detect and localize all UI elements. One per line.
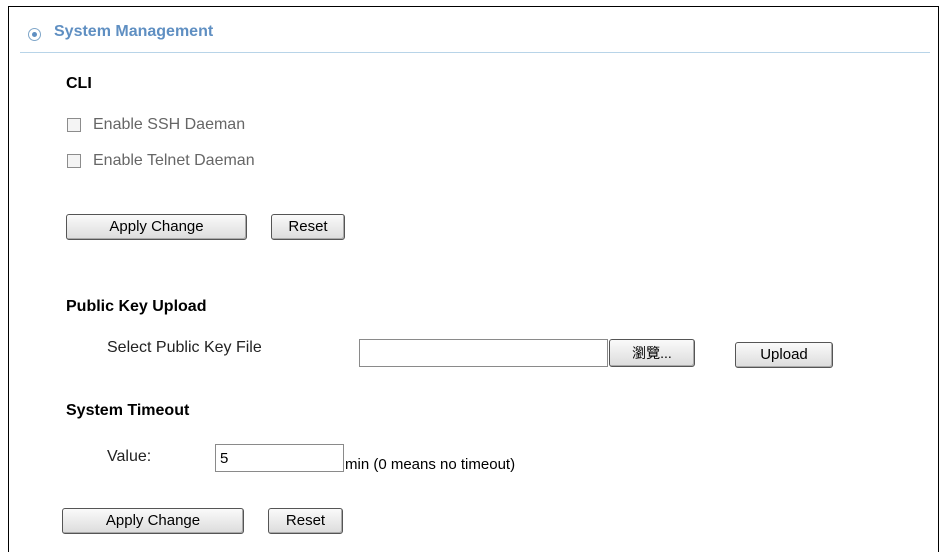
- upload-button[interactable]: Upload: [735, 342, 833, 368]
- timeout-reset-button[interactable]: Reset: [268, 508, 343, 534]
- page-title: System Management: [54, 23, 214, 40]
- page-header: System Management: [20, 20, 930, 53]
- ssh-label: Enable SSH Daeman: [93, 116, 246, 133]
- ssh-checkbox[interactable]: [67, 118, 81, 132]
- system-timeout-section-title: System Timeout: [66, 402, 190, 419]
- select-public-key-label: Select Public Key File: [107, 339, 262, 356]
- browse-button[interactable]: 瀏覽...: [609, 339, 695, 367]
- timeout-hint: min (0 means no timeout): [345, 456, 516, 473]
- cli-reset-button[interactable]: Reset: [271, 214, 345, 240]
- public-key-section-title: Public Key Upload: [66, 298, 207, 315]
- timeout-value-label: Value:: [107, 448, 152, 465]
- cli-apply-change-button[interactable]: Apply Change: [66, 214, 247, 240]
- timeout-apply-change-button[interactable]: Apply Change: [62, 508, 244, 534]
- timeout-value-input[interactable]: [215, 444, 344, 472]
- cli-section-title: CLI: [66, 75, 92, 92]
- telnet-label: Enable Telnet Daeman: [93, 152, 255, 169]
- public-key-file-input[interactable]: [359, 339, 608, 367]
- telnet-checkbox[interactable]: [67, 154, 81, 168]
- bullet-icon: [28, 28, 41, 41]
